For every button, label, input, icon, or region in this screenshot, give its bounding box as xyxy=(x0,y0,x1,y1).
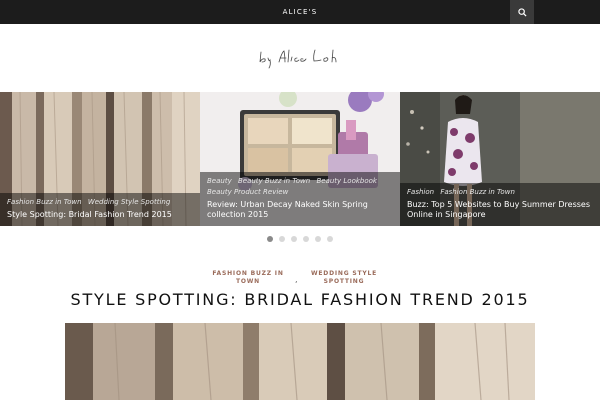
slide-urban-decay[interactable]: Beauty Beauty Buzz in Town Beauty Lookbo… xyxy=(200,92,400,226)
category-link[interactable]: Fashion xyxy=(407,188,434,196)
slide-categories: Beauty Beauty Buzz in Town Beauty Lookbo… xyxy=(207,176,393,198)
slide-title[interactable]: Style Spotting: Bridal Fashion Trend 201… xyxy=(7,210,193,220)
category-link[interactable]: Beauty Lookbook xyxy=(316,177,377,185)
category-link[interactable]: Fashion Buzz in Town xyxy=(440,188,515,196)
bridal-gowns-image xyxy=(65,323,535,400)
slide-caption: Fashion Buzz in Town Wedding Style Spott… xyxy=(0,193,200,226)
category-link[interactable]: Beauty Product Review xyxy=(207,188,288,196)
slider-dot[interactable] xyxy=(291,236,297,242)
search-button[interactable] xyxy=(510,0,534,24)
post-title[interactable]: STYLE SPOTTING: BRIDAL FASHION TREND 201… xyxy=(0,290,600,309)
slider-dot[interactable] xyxy=(315,236,321,242)
post-categories: FASHION BUZZ IN TOWN , WEDDING STYLE SPO… xyxy=(205,270,395,288)
search-icon xyxy=(517,7,527,17)
slide-caption: Fashion Fashion Buzz in Town Buzz: Top 5… xyxy=(400,183,600,226)
slide-categories: Fashion Buzz in Town Wedding Style Spott… xyxy=(7,197,193,208)
slider-pagination xyxy=(0,236,600,244)
post-category-link[interactable]: WEDDING STYLE SPOTTING xyxy=(303,270,385,286)
category-link[interactable]: Beauty Buzz in Town xyxy=(238,177,310,185)
category-link[interactable]: Fashion Buzz in Town xyxy=(7,198,82,206)
post-featured-image[interactable] xyxy=(65,323,535,400)
category-separator: , xyxy=(295,275,298,284)
slide-summer-dresses[interactable]: Fashion Fashion Buzz in Town Buzz: Top 5… xyxy=(400,92,600,226)
signature-logo xyxy=(259,49,337,69)
slider-dot[interactable] xyxy=(303,236,309,242)
slide-categories: Fashion Fashion Buzz in Town xyxy=(407,187,593,198)
top-bar: ALICE'S xyxy=(0,0,600,24)
slider-dot[interactable] xyxy=(267,236,273,242)
slide-title[interactable]: Buzz: Top 5 Websites to Buy Summer Dress… xyxy=(407,200,593,220)
post-category-link[interactable]: FASHION BUZZ IN TOWN xyxy=(205,270,291,286)
category-link[interactable]: Beauty xyxy=(207,177,232,185)
slide-title[interactable]: Review: Urban Decay Naked Skin Spring co… xyxy=(207,200,393,220)
category-link[interactable]: Wedding Style Spotting xyxy=(88,198,170,206)
slider-dot[interactable] xyxy=(327,236,333,242)
site-logo[interactable] xyxy=(0,48,600,70)
slider-dot[interactable] xyxy=(279,236,285,242)
slide-bridal-fashion[interactable]: Fashion Buzz in Town Wedding Style Spott… xyxy=(0,92,200,226)
slide-caption: Beauty Beauty Buzz in Town Beauty Lookbo… xyxy=(200,172,400,226)
featured-slider[interactable]: Fashion Buzz in Town Wedding Style Spott… xyxy=(0,92,600,226)
